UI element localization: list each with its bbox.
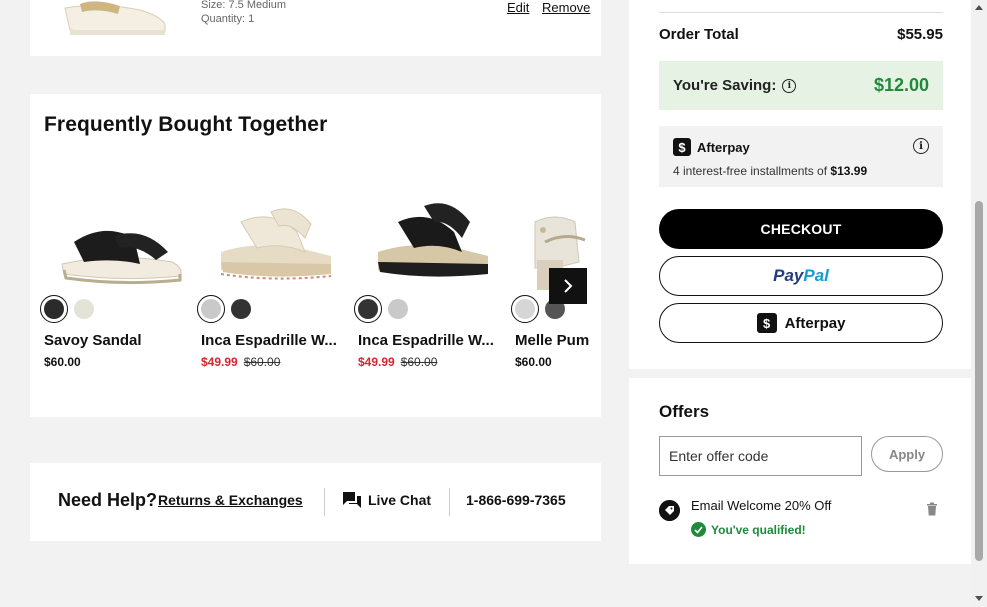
cart-item-card: Size: 7.5 Medium Quantity: 1 Edit Remove — [30, 0, 601, 56]
gold-sandal-thumbnail — [64, 1, 166, 35]
paypal-logo-part1: Pay — [773, 266, 804, 285]
afterpay-button-label: Afterpay — [784, 314, 846, 332]
order-summary-panel: Order Total $55.95 You're Saving: i $12.… — [629, 0, 971, 369]
color-swatch-black[interactable] — [40, 295, 68, 323]
returns-exchanges-link[interactable]: Returns & Exchanges — [158, 492, 303, 508]
phone-number-link[interactable]: 1-866-699-7365 — [466, 492, 566, 508]
scroll-up-arrow-icon[interactable] — [975, 5, 983, 10]
scrollbar-thumb[interactable] — [975, 201, 983, 561]
savings-box: You're Saving: i $12.00 — [659, 61, 943, 110]
check-circle-icon — [691, 522, 706, 537]
afterpay-installments-box: $ Afterpay i 4 interest-free installment… — [659, 126, 943, 187]
order-total-value: $55.95 — [897, 26, 943, 43]
black-strappy-sandal-image — [61, 230, 182, 285]
offer-code-input[interactable] — [659, 436, 862, 476]
afterpay-logo-icon: $ — [673, 138, 691, 156]
page-scrollbar[interactable] — [971, 0, 987, 607]
afterpay-installment-text: 4 interest-free installments of $13.99 — [673, 164, 867, 178]
divider — [659, 12, 943, 13]
saving-label: You're Saving: — [673, 77, 777, 94]
live-chat-button[interactable]: Live Chat — [342, 491, 431, 509]
help-title: Need Help? — [58, 490, 158, 510]
qualified-text: You've qualified! — [711, 522, 806, 537]
order-total-row: Order Total $55.95 — [659, 26, 943, 43]
offer-name: Email Welcome 20% Off — [691, 498, 832, 513]
trash-icon[interactable] — [926, 502, 938, 516]
offers-title: Offers — [659, 402, 710, 421]
afterpay-button[interactable]: $ Afterpay — [659, 303, 943, 343]
item-size: Size: 7.5 Medium — [201, 0, 286, 11]
remove-link[interactable]: Remove — [542, 0, 590, 15]
black-wedge-sandal-image — [378, 203, 488, 277]
chevron-right-icon — [564, 279, 573, 293]
paypal-button[interactable]: Pay Pal — [659, 256, 943, 296]
apply-button[interactable]: Apply — [871, 436, 943, 472]
divider — [449, 488, 450, 516]
product-price: $60.00 — [44, 355, 81, 369]
product-name[interactable]: Savoy Sandal — [44, 332, 189, 349]
original-price: $60.00 — [400, 355, 438, 369]
sale-price: $49.99 — [201, 355, 238, 369]
tag-icon — [659, 500, 680, 521]
cream-wedge-sandal-image — [220, 208, 332, 280]
color-swatch-light-gray[interactable] — [197, 295, 225, 323]
product-card[interactable]: Inca Espadrille W... $49.99 $60.00 — [354, 182, 503, 369]
original-price: $60.00 — [243, 355, 281, 369]
info-icon[interactable]: i — [782, 78, 797, 93]
need-help-section: Need Help? Returns & Exchanges Live Chat… — [30, 463, 601, 541]
item-quantity: Quantity: 1 — [201, 13, 255, 25]
product-price: $60.00 — [515, 355, 552, 369]
offers-panel: Offers Apply Email Welcome 20% Off You'v… — [629, 378, 971, 564]
color-swatch-black[interactable] — [354, 295, 382, 323]
color-swatch-black[interactable] — [231, 299, 251, 319]
scroll-down-arrow-icon[interactable] — [975, 596, 983, 601]
chat-icon — [343, 492, 361, 508]
checkout-button[interactable]: CHECKOUT — [659, 209, 943, 249]
afterpay-name: Afterpay — [697, 140, 750, 155]
saving-amount: $12.00 — [873, 75, 929, 95]
live-chat-label: Live Chat — [368, 492, 432, 508]
product-name[interactable]: Melle Pum — [515, 332, 601, 349]
qualified-status: You've qualified! — [691, 522, 806, 537]
product-card[interactable]: Inca Espadrille W... $49.99 $60.00 — [197, 182, 346, 369]
installment-amount: $13.99 — [830, 164, 868, 178]
order-total-label: Order Total — [659, 26, 739, 43]
product-name[interactable]: Inca Espadrille W... — [201, 332, 346, 349]
edit-link[interactable]: Edit — [507, 0, 529, 15]
sale-price: $49.99 — [358, 355, 395, 369]
color-swatch-cream[interactable] — [74, 299, 94, 319]
section-title: Frequently Bought Together — [44, 113, 328, 136]
product-card[interactable]: Savoy Sandal $60.00 — [40, 182, 189, 369]
color-swatch-light-gray[interactable] — [388, 299, 408, 319]
info-icon[interactable]: i — [913, 138, 929, 154]
color-swatch-light-gray[interactable] — [511, 295, 539, 323]
paypal-logo-part2: Pal — [803, 266, 829, 285]
carousel-next-button[interactable] — [549, 268, 587, 304]
afterpay-logo-icon: $ — [756, 313, 777, 333]
divider — [324, 488, 325, 516]
frequently-bought-together-section: Frequently Bought Together Savoy Sandal … — [30, 94, 601, 417]
installment-prefix: 4 interest-free installments of — [673, 164, 828, 178]
product-name[interactable]: Inca Espadrille W... — [358, 332, 503, 349]
